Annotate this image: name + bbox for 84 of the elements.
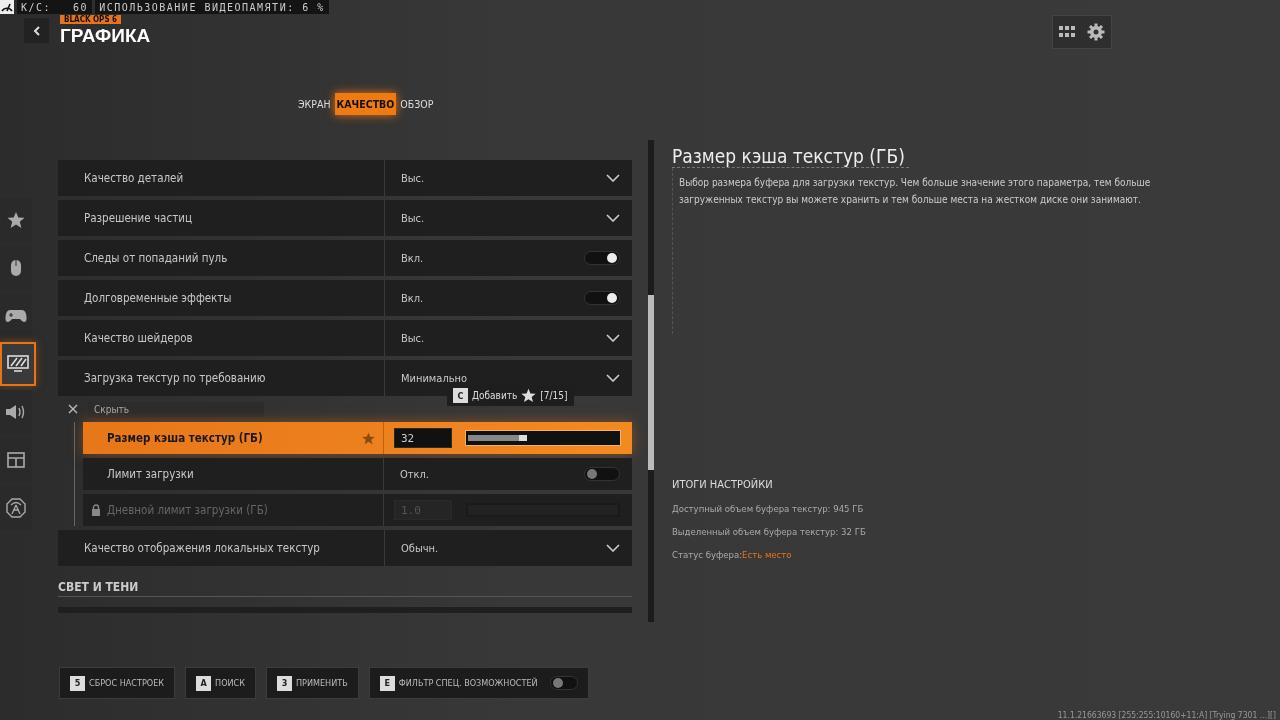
setting-label: Качество деталей [83, 171, 185, 185]
toggle-switch[interactable] [584, 467, 620, 481]
chevron-down-icon[interactable] [606, 544, 620, 552]
chevron-down-icon[interactable] [606, 214, 620, 222]
button-label: ПРИМЕНИТЬ [296, 678, 348, 688]
toggle-switch[interactable] [584, 251, 620, 265]
network-icon [5, 497, 27, 519]
footer-button[interactable]: A ПОИСК [185, 667, 256, 699]
button-label: СБРОС НАСТРОЕК [89, 678, 165, 688]
setting-label: Разрешение частиц [83, 211, 193, 225]
toggle-switch[interactable] [584, 291, 620, 305]
setting-row[interactable]: Долговременные эффекты Вкл. [58, 280, 632, 316]
star-icon[interactable] [362, 431, 375, 445]
summary-line: Статус буфера:Есть место [672, 549, 793, 560]
gamepad-icon [5, 309, 27, 323]
setting-label: Качество шейдеров [83, 331, 194, 345]
setting-value: Обычн. [401, 541, 439, 555]
summary-line: Выделенный объем буфера текстур: 32 ГБ [672, 526, 867, 537]
setting-row[interactable]: Качество деталей Выс. [58, 160, 632, 196]
settings-icon[interactable] [1087, 23, 1105, 41]
button-label: ПОИСК [215, 678, 245, 688]
setting-row[interactable]: Качество отображения локальных текстур Обычн. [58, 530, 632, 566]
game-logo: BLACK OPS 6 [60, 15, 122, 24]
filter-toggle-button[interactable]: E ФИЛЬТР СПЕЦ. ВОЗМОЖНОСТЕЙ [368, 667, 589, 699]
setting-row[interactable]: Разрешение частиц Выс. [58, 200, 632, 236]
star-icon [7, 211, 25, 229]
setting-label: Следы от попаданий пуль [83, 251, 229, 265]
back-button[interactable] [24, 18, 49, 43]
mouse-icon [10, 259, 22, 277]
fps-value: 60 [73, 1, 89, 13]
setting-value: Выс. [401, 331, 425, 345]
chevron-down-icon[interactable] [606, 174, 620, 182]
speaker-icon [5, 404, 27, 420]
setting-value: Вкл. [401, 251, 424, 265]
scrollbar[interactable] [648, 140, 654, 622]
setting-row[interactable]: Следы от попаданий пуль Вкл. [58, 240, 632, 276]
layout-icon [7, 452, 25, 468]
sidebar-item[interactable] [0, 342, 36, 386]
vram-usage: ИСПОЛЬЗОВАНИЕ ВИДЕОПАМЯТИ: 6 % [95, 0, 329, 14]
page-title: ГРАФИКА [60, 25, 151, 47]
chevron-left-icon [31, 25, 42, 36]
setting-row[interactable]: Лимит загрузки Откл. [83, 458, 632, 490]
value-field[interactable]: 32 [394, 428, 452, 448]
chevron-down-icon[interactable] [606, 334, 620, 342]
slider-track[interactable] [466, 431, 620, 445]
setting-label: Дневной лимит загрузки (ГБ) [107, 503, 268, 517]
setting-label: Качество отображения локальных текстур [83, 541, 321, 555]
toggle-switch[interactable] [549, 676, 578, 690]
footer-button[interactable]: 5 СБРОС НАСТРОЕК [59, 667, 176, 699]
setting-label: Загрузка текстур по требованию [83, 371, 267, 385]
key-hint: A [196, 675, 212, 691]
setting-row[interactable]: Размер кэша текстур (ГБ) 32 [83, 422, 632, 454]
key-hint: 3 [277, 675, 292, 691]
detail-title: Размер кэша текстур (ГБ) [672, 145, 909, 168]
tab[interactable]: ЭКРАН [296, 93, 333, 115]
button-label: ФИЛЬТР СПЕЦ. ВОЗМОЖНОСТЕЙ [398, 678, 538, 688]
tab[interactable]: ОБЗОР [398, 93, 436, 115]
setting-value: Вкл. [401, 291, 424, 305]
version-text: 11.1.21663693 [255:255:10160+11:A] [Trying 7301 ...][] [1057, 710, 1276, 720]
summary-line: Доступный объем буфера текстур: 945 ГБ [672, 503, 865, 514]
setting-label: Долговременные эффекты [83, 291, 233, 305]
key-hint: 5 [70, 675, 85, 691]
speedometer-icon [0, 0, 14, 14]
lock-icon [91, 504, 101, 516]
setting-label: Лимит загрузки [107, 467, 194, 481]
grid-icon[interactable] [1059, 26, 1075, 38]
chevron-down-icon[interactable] [606, 374, 620, 382]
setting-value: Откл. [400, 467, 429, 481]
setting-row[interactable]: Качество шейдеров Выс. [58, 320, 632, 356]
detail-description: Выбор размера буфера для загрузки текстур. Чем больше значение этого параметра, тем больше загруженных текстур вы можете хранить и тем больше места на жестком диске они занимают. [679, 176, 1152, 207]
key-hint: C [453, 388, 468, 403]
setting-value: Выс. [401, 171, 425, 185]
setting-label: Размер кэша текстур (ГБ) [107, 431, 263, 445]
setting-value: Минимально [401, 371, 468, 385]
close-icon[interactable] [68, 404, 78, 414]
footer-button[interactable]: 3 ПРИМЕНИТЬ [266, 667, 359, 699]
fps-label: К/С: [21, 1, 52, 13]
star-icon [521, 388, 537, 403]
summary-heading: ИТОГИ НАСТРОЙКИ [672, 478, 774, 491]
monitor-icon [7, 355, 29, 373]
tab[interactable]: КАЧЕСТВО [334, 93, 397, 115]
key-hint: E [379, 675, 395, 691]
section-heading: СВЕТ И ТЕНИ [58, 580, 632, 597]
setting-value: Выс. [401, 211, 425, 225]
